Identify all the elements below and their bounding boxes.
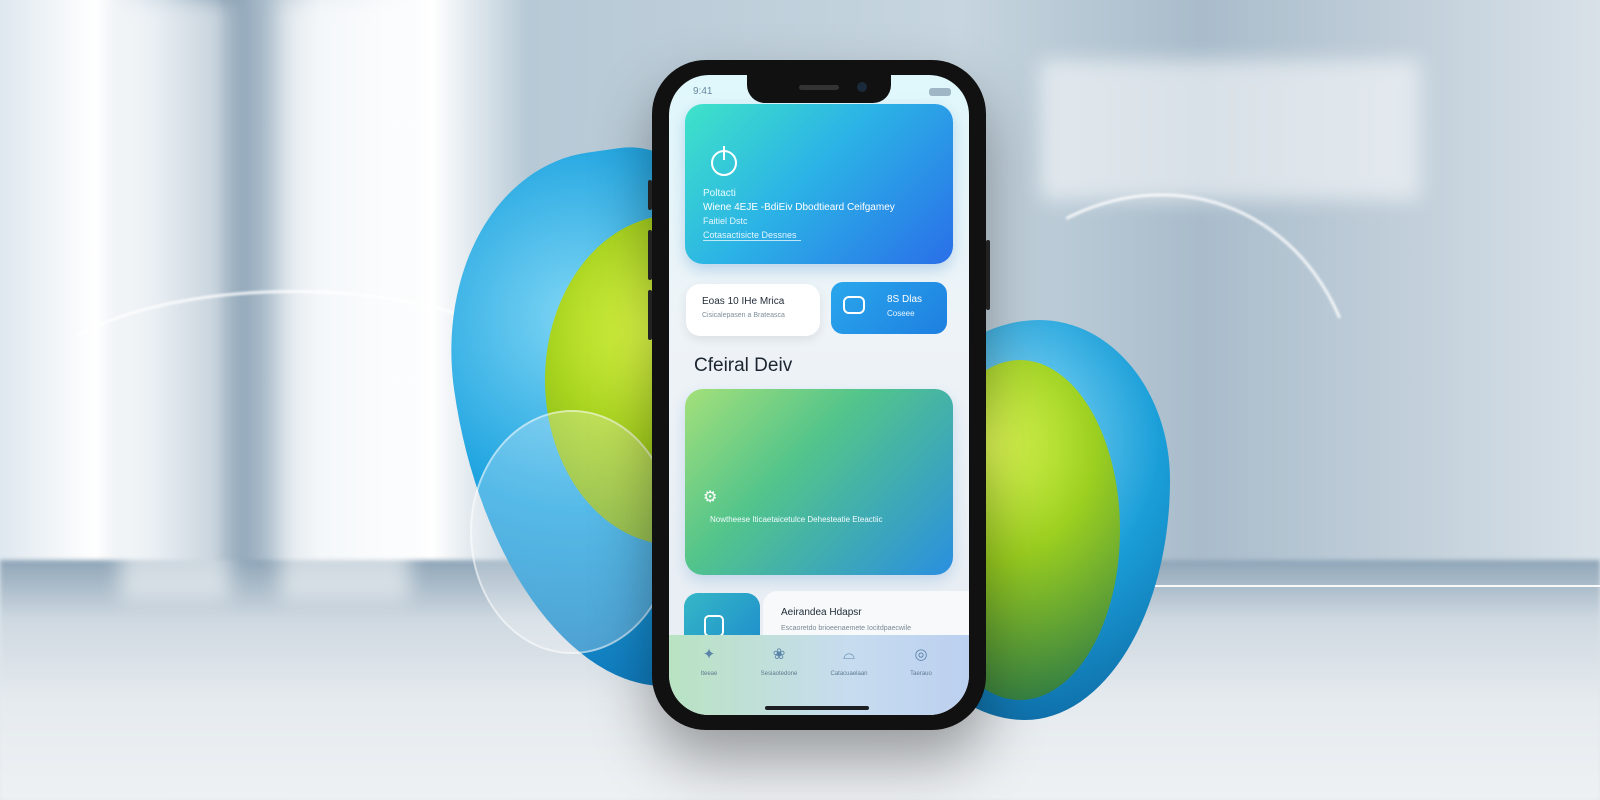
tab-home[interactable]: ✦ Iteeae	[679, 645, 739, 677]
tab-bar: ✦ Iteeae ❀ Sesiaotedone ⌓ Catacuaelaan ◎…	[669, 635, 969, 715]
profile-icon: ◎	[914, 646, 928, 663]
feature-text: Nowtheese Iticaetaicetulce Dehesteatie E…	[710, 515, 883, 524]
phone-screen: 9:41 Poltacti Wiene 4EJE -BdiEiv Dbodtie…	[669, 75, 969, 715]
stat-card-subtitle: Coseee	[887, 309, 915, 318]
list-item-subtitle: Escaoretdo brioeenaemete Iocitdpaecwile	[781, 625, 911, 632]
background-window-light	[1040, 60, 1420, 200]
stat-card-title: 8S Dlas	[887, 294, 923, 305]
tab-profile[interactable]: ◎ Taerauo	[891, 645, 951, 677]
phone-notch	[747, 75, 891, 103]
phone-device: 9:41 Poltacti Wiene 4EJE -BdiEiv Dbodtie…	[648, 60, 990, 730]
speaker-grille	[799, 85, 839, 90]
sparkle-icon: ✦	[702, 646, 716, 663]
home-indicator[interactable]	[765, 706, 869, 710]
tab-label: Catacuaelaan	[830, 671, 868, 677]
hero-card[interactable]: Poltacti Wiene 4EJE -BdiEiv Dbodtieard C…	[685, 104, 953, 264]
feature-card[interactable]: ⚙ Nowtheese Iticaetaicetulce Dehesteatie…	[685, 389, 953, 575]
phone-side-button	[986, 240, 990, 310]
list-item-title: Aeirandea Hdapsr	[781, 607, 862, 618]
stat-card-blue[interactable]: 8S Dlas Coseee	[831, 282, 947, 334]
stat-card-subtitle: Cisicalepasen a Brateasca	[702, 312, 785, 319]
phone-side-button	[648, 290, 652, 340]
tab-label: Sesiaotedone	[760, 671, 798, 677]
camera-icon	[857, 82, 867, 92]
phone-side-button	[648, 180, 652, 210]
gear-icon: ⚙	[703, 489, 718, 506]
chat-bubble-icon: ⌓	[843, 646, 855, 663]
tab-label: Iteeae	[700, 671, 718, 677]
power-icon	[711, 146, 737, 176]
tab-services[interactable]: ❀ Sesiaotedone	[749, 645, 809, 677]
stat-card-title: Eoas 10 IHe Mrica	[702, 296, 785, 307]
hero-subtitle: Wiene 4EJE -BdiEiv Dbodtieard Ceifgamey	[703, 202, 895, 213]
chat-icon	[843, 296, 865, 314]
section-title: Cfeiral Deiv	[694, 355, 793, 376]
hero-detail: Faitiel Dstc	[703, 216, 748, 226]
hero-title: Poltacti	[703, 188, 736, 199]
status-time: 9:41	[693, 86, 713, 97]
stat-card-white[interactable]: Eoas 10 IHe Mrica Cisicalepasen a Bratea…	[686, 284, 820, 336]
leaf-icon: ❀	[772, 646, 786, 663]
document-icon	[704, 615, 724, 637]
tab-messages[interactable]: ⌓ Catacuaelaan	[819, 645, 879, 677]
battery-icon	[929, 88, 951, 96]
decor-glass-shape	[470, 410, 674, 654]
tab-label: Taerauo	[910, 671, 932, 677]
phone-side-button	[648, 230, 652, 280]
hero-link[interactable]: Cotasactisicte Dessnes	[703, 230, 801, 241]
